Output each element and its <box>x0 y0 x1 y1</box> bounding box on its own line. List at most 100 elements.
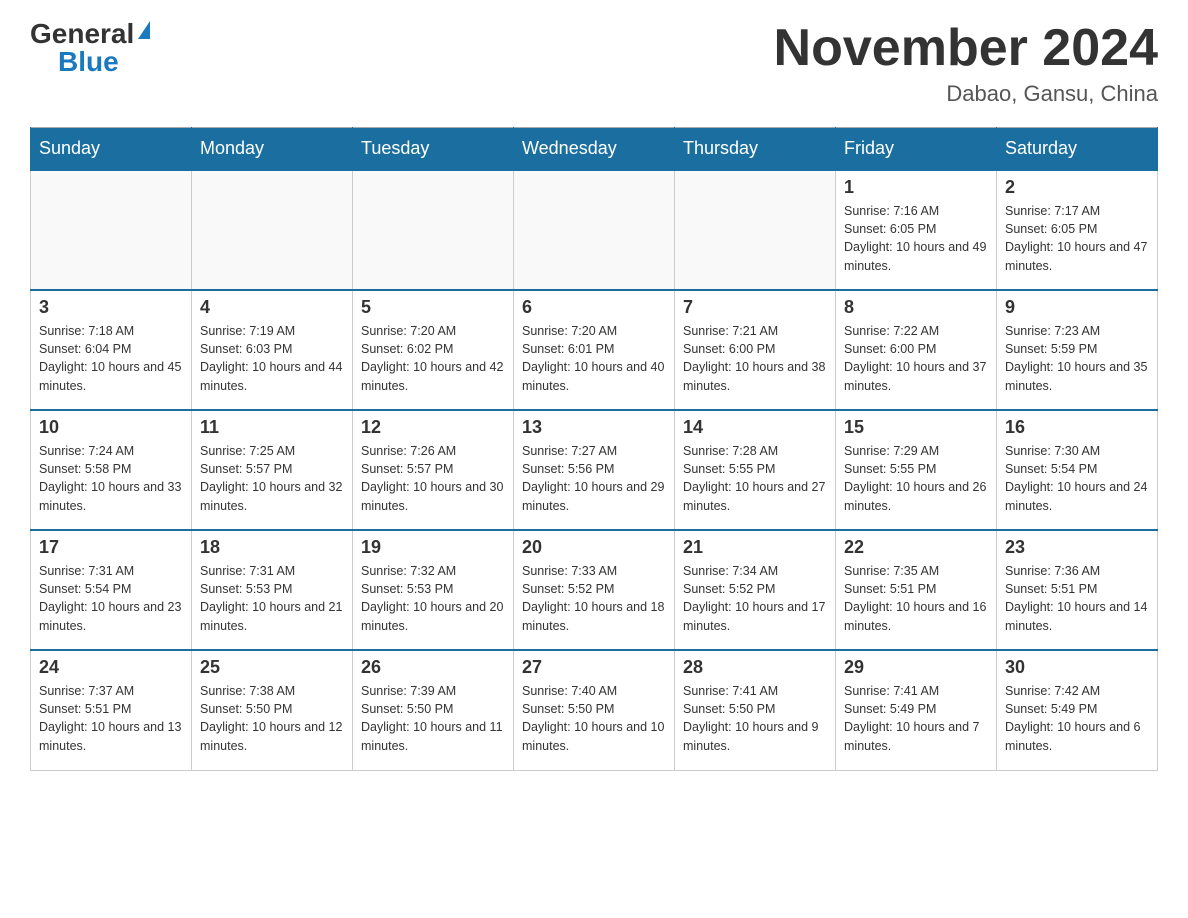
day-info: Sunrise: 7:31 AM Sunset: 5:54 PM Dayligh… <box>39 562 183 635</box>
weekday-header-tuesday: Tuesday <box>353 128 514 171</box>
day-info: Sunrise: 7:27 AM Sunset: 5:56 PM Dayligh… <box>522 442 666 515</box>
day-info: Sunrise: 7:17 AM Sunset: 6:05 PM Dayligh… <box>1005 202 1149 275</box>
weekday-header-thursday: Thursday <box>675 128 836 171</box>
day-number: 21 <box>683 537 827 558</box>
day-info: Sunrise: 7:36 AM Sunset: 5:51 PM Dayligh… <box>1005 562 1149 635</box>
weekday-header-wednesday: Wednesday <box>514 128 675 171</box>
calendar-cell: 2Sunrise: 7:17 AM Sunset: 6:05 PM Daylig… <box>997 170 1158 290</box>
calendar-cell: 1 Sunrise: 7:16 AM Sunset: 6:05 PM Daylig… <box>836 170 997 290</box>
logo-triangle-icon <box>138 21 150 39</box>
calendar-cell: 10Sunrise: 7:24 AM Sunset: 5:58 PM Dayli… <box>31 410 192 530</box>
weekday-header-monday: Monday <box>192 128 353 171</box>
calendar-cell: 4 Sunrise: 7:19 AM Sunset: 6:03 PM Daylig… <box>192 290 353 410</box>
calendar-cell: 26Sunrise: 7:39 AM Sunset: 5:50 PM Dayli… <box>353 650 514 770</box>
day-info: Sunrise: 7:20 AM Sunset: 6:01 PM Dayligh… <box>522 322 666 395</box>
calendar-cell <box>192 170 353 290</box>
day-number: 29 <box>844 657 988 678</box>
calendar-cell: 8Sunrise: 7:22 AM Sunset: 6:00 PM Daylig… <box>836 290 997 410</box>
calendar-cell: 15 Sunrise: 7:29 AM Sunset: 5:55 PM Dayli… <box>836 410 997 530</box>
day-info: Sunrise: 7:32 AM Sunset: 5:53 PM Dayligh… <box>361 562 505 635</box>
calendar-cell: 20Sunrise: 7:33 AM Sunset: 5:52 PM Dayli… <box>514 530 675 650</box>
day-info: Sunrise: 7:42 AM Sunset: 5:49 PM Dayligh… <box>1005 682 1149 755</box>
calendar-cell: 30 Sunrise: 7:42 AM Sunset: 5:49 PM Dayli… <box>997 650 1158 770</box>
day-info: Sunrise: 7:35 AM Sunset: 5:51 PM Dayligh… <box>844 562 988 635</box>
day-number: 4 <box>200 297 344 318</box>
day-number: 9 <box>1005 297 1149 318</box>
day-number: 18 <box>200 537 344 558</box>
weekday-header-friday: Friday <box>836 128 997 171</box>
day-number: 1 <box>844 177 988 198</box>
week-row-4: 17 Sunrise: 7:31 AM Sunset: 5:54 PM Dayli… <box>31 530 1158 650</box>
day-info: Sunrise: 7:29 AM Sunset: 5:55 PM Dayligh… <box>844 442 988 515</box>
weekday-header-sunday: Sunday <box>31 128 192 171</box>
calendar-cell: 23 Sunrise: 7:36 AM Sunset: 5:51 PM Dayli… <box>997 530 1158 650</box>
calendar-cell: 11 Sunrise: 7:25 AM Sunset: 5:57 PM Dayli… <box>192 410 353 530</box>
day-number: 25 <box>200 657 344 678</box>
calendar-cell: 24Sunrise: 7:37 AM Sunset: 5:51 PM Dayli… <box>31 650 192 770</box>
day-number: 15 <box>844 417 988 438</box>
day-number: 20 <box>522 537 666 558</box>
day-info: Sunrise: 7:24 AM Sunset: 5:58 PM Dayligh… <box>39 442 183 515</box>
day-info: Sunrise: 7:30 AM Sunset: 5:54 PM Dayligh… <box>1005 442 1149 515</box>
day-info: Sunrise: 7:23 AM Sunset: 5:59 PM Dayligh… <box>1005 322 1149 395</box>
day-number: 7 <box>683 297 827 318</box>
calendar-cell: 9 Sunrise: 7:23 AM Sunset: 5:59 PM Daylig… <box>997 290 1158 410</box>
day-info: Sunrise: 7:19 AM Sunset: 6:03 PM Dayligh… <box>200 322 344 395</box>
logo-blue-text: Blue <box>58 48 119 76</box>
week-row-3: 10Sunrise: 7:24 AM Sunset: 5:58 PM Dayli… <box>31 410 1158 530</box>
day-number: 13 <box>522 417 666 438</box>
month-title: November 2024 <box>774 20 1158 77</box>
day-info: Sunrise: 7:21 AM Sunset: 6:00 PM Dayligh… <box>683 322 827 395</box>
day-number: 17 <box>39 537 183 558</box>
calendar-cell: 16Sunrise: 7:30 AM Sunset: 5:54 PM Dayli… <box>997 410 1158 530</box>
day-info: Sunrise: 7:34 AM Sunset: 5:52 PM Dayligh… <box>683 562 827 635</box>
calendar-cell: 12 Sunrise: 7:26 AM Sunset: 5:57 PM Dayli… <box>353 410 514 530</box>
weekday-header-saturday: Saturday <box>997 128 1158 171</box>
day-info: Sunrise: 7:22 AM Sunset: 6:00 PM Dayligh… <box>844 322 988 395</box>
header: General Blue November 2024 Dabao, Gansu,… <box>30 20 1158 107</box>
day-info: Sunrise: 7:41 AM Sunset: 5:49 PM Dayligh… <box>844 682 988 755</box>
day-info: Sunrise: 7:16 AM Sunset: 6:05 PM Dayligh… <box>844 202 988 275</box>
title-area: November 2024 Dabao, Gansu, China <box>774 20 1158 107</box>
calendar-cell <box>675 170 836 290</box>
calendar-cell: 19Sunrise: 7:32 AM Sunset: 5:53 PM Dayli… <box>353 530 514 650</box>
calendar-cell: 13 Sunrise: 7:27 AM Sunset: 5:56 PM Dayli… <box>514 410 675 530</box>
calendar-cell: 28Sunrise: 7:41 AM Sunset: 5:50 PM Dayli… <box>675 650 836 770</box>
weekday-header-row: SundayMondayTuesdayWednesdayThursdayFrid… <box>31 128 1158 171</box>
day-number: 5 <box>361 297 505 318</box>
calendar-cell: 21 Sunrise: 7:34 AM Sunset: 5:52 PM Dayli… <box>675 530 836 650</box>
day-number: 3 <box>39 297 183 318</box>
logo-general-text: General <box>30 20 134 48</box>
day-number: 11 <box>200 417 344 438</box>
day-number: 30 <box>1005 657 1149 678</box>
calendar-cell: 7 Sunrise: 7:21 AM Sunset: 6:00 PM Daylig… <box>675 290 836 410</box>
day-number: 12 <box>361 417 505 438</box>
calendar-cell: 3 Sunrise: 7:18 AM Sunset: 6:04 PM Daylig… <box>31 290 192 410</box>
day-number: 27 <box>522 657 666 678</box>
day-number: 28 <box>683 657 827 678</box>
day-number: 22 <box>844 537 988 558</box>
day-info: Sunrise: 7:26 AM Sunset: 5:57 PM Dayligh… <box>361 442 505 515</box>
day-info: Sunrise: 7:25 AM Sunset: 5:57 PM Dayligh… <box>200 442 344 515</box>
calendar-cell: 6 Sunrise: 7:20 AM Sunset: 6:01 PM Daylig… <box>514 290 675 410</box>
calendar-cell: 25 Sunrise: 7:38 AM Sunset: 5:50 PM Dayli… <box>192 650 353 770</box>
day-info: Sunrise: 7:28 AM Sunset: 5:55 PM Dayligh… <box>683 442 827 515</box>
day-info: Sunrise: 7:31 AM Sunset: 5:53 PM Dayligh… <box>200 562 344 635</box>
logo: General Blue <box>30 20 150 76</box>
calendar-cell: 22 Sunrise: 7:35 AM Sunset: 5:51 PM Dayli… <box>836 530 997 650</box>
calendar-cell: 29 Sunrise: 7:41 AM Sunset: 5:49 PM Dayli… <box>836 650 997 770</box>
day-number: 6 <box>522 297 666 318</box>
calendar-cell: 17 Sunrise: 7:31 AM Sunset: 5:54 PM Dayli… <box>31 530 192 650</box>
day-number: 14 <box>683 417 827 438</box>
week-row-2: 3 Sunrise: 7:18 AM Sunset: 6:04 PM Daylig… <box>31 290 1158 410</box>
week-row-1: 1 Sunrise: 7:16 AM Sunset: 6:05 PM Daylig… <box>31 170 1158 290</box>
day-number: 23 <box>1005 537 1149 558</box>
day-info: Sunrise: 7:18 AM Sunset: 6:04 PM Dayligh… <box>39 322 183 395</box>
calendar-cell: 5 Sunrise: 7:20 AM Sunset: 6:02 PM Daylig… <box>353 290 514 410</box>
calendar-cell: 14 Sunrise: 7:28 AM Sunset: 5:55 PM Dayli… <box>675 410 836 530</box>
calendar-cell <box>31 170 192 290</box>
day-info: Sunrise: 7:39 AM Sunset: 5:50 PM Dayligh… <box>361 682 505 755</box>
calendar-cell <box>353 170 514 290</box>
day-info: Sunrise: 7:38 AM Sunset: 5:50 PM Dayligh… <box>200 682 344 755</box>
day-info: Sunrise: 7:20 AM Sunset: 6:02 PM Dayligh… <box>361 322 505 395</box>
